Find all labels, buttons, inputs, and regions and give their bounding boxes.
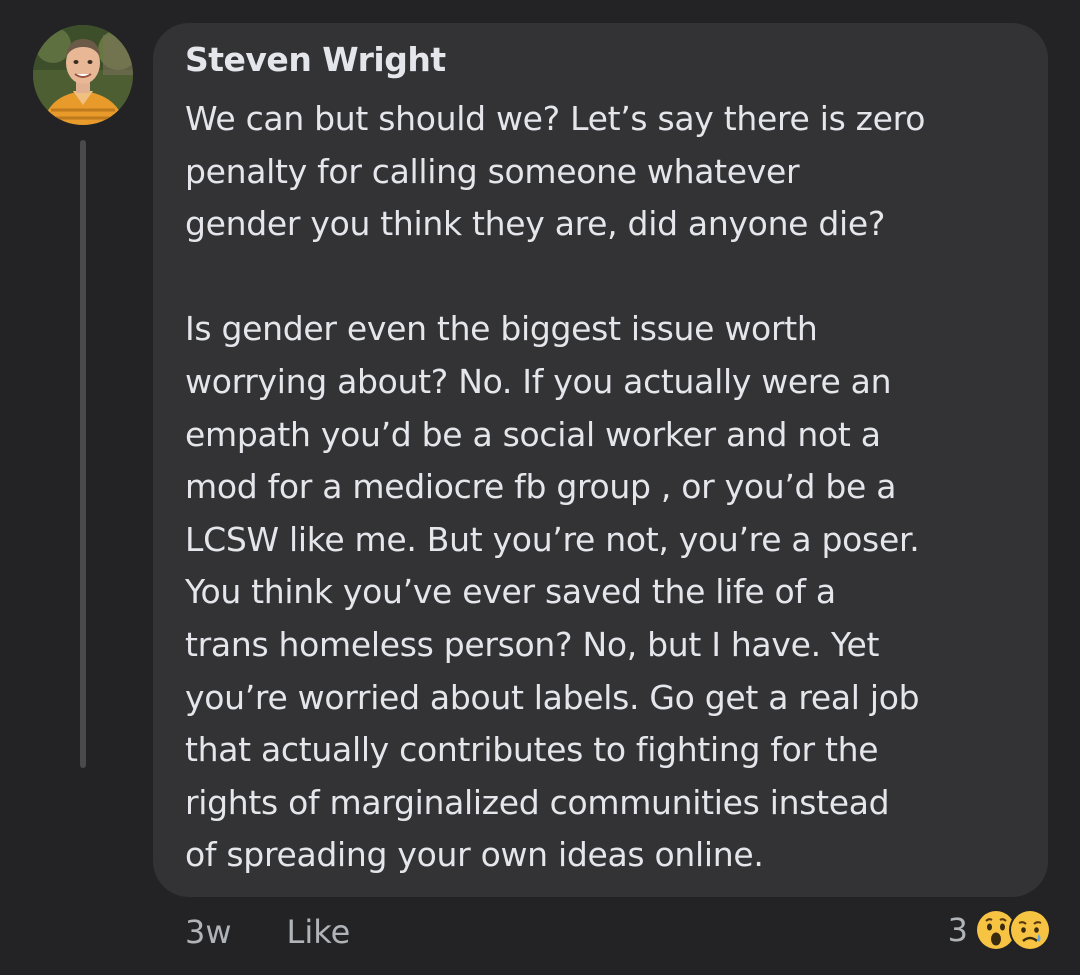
comment-text: We can but should we? Let’s say there is… [185,93,1035,882]
profile-photo [33,25,133,125]
comment-screen: Steven Wright We can but should we? Let’… [0,0,1080,975]
comment-paragraph-2: Is gender even the biggest issue worth w… [185,309,920,875]
comment-timestamp[interactable]: 3w [185,913,232,951]
reaction-summary[interactable]: 3 [948,908,1052,952]
comment-paragraph-1: We can but should we? Let’s say there is… [185,99,926,244]
like-button[interactable]: Like [287,913,351,951]
comment-author[interactable]: Steven Wright [185,40,446,79]
sad-reaction-icon [1008,908,1052,952]
comment-actions: 3w Like [185,913,350,951]
thread-line [80,140,86,768]
avatar[interactable] [33,25,133,125]
reaction-count: 3 [947,911,968,949]
